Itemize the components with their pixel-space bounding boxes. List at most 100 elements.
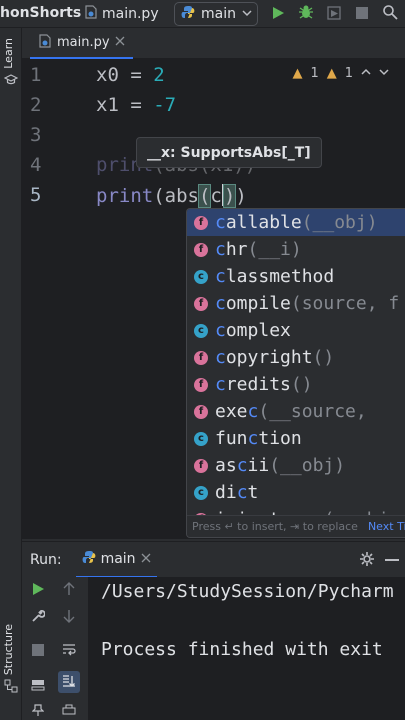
completion-item-name: exec [215, 401, 259, 422]
function-icon: f [194, 350, 208, 365]
run-tab-main[interactable]: main [75, 542, 157, 578]
completion-item[interactable]: f credits() [187, 371, 405, 398]
code-line-5: print(abs(c)) [96, 184, 247, 208]
debug-button[interactable] [296, 4, 316, 24]
class-icon: c [194, 431, 208, 446]
chevron-down-icon [242, 6, 252, 22]
completion-item-signature: (source, f [290, 293, 400, 314]
stop-button[interactable] [352, 4, 372, 24]
completion-item[interactable]: c dict [187, 479, 405, 506]
run-toolbar [22, 577, 88, 720]
line-number: 2 [30, 94, 42, 116]
function-icon: f [194, 215, 208, 230]
run-panel-label: Run: [30, 551, 62, 568]
class-icon: c [194, 485, 208, 500]
completion-footer: Press ↵ to insert, ⇥ to replace Next Ti [187, 515, 405, 537]
bug-icon [298, 4, 314, 24]
completion-item[interactable]: f compile (source, f [187, 290, 405, 317]
class-icon: c [194, 323, 208, 338]
structure-tool-label[interactable]: Structure [2, 624, 15, 675]
completion-item-signature: () [312, 347, 335, 368]
close-icon[interactable] [115, 35, 125, 50]
minimize-icon[interactable] [385, 559, 399, 561]
run-tab-label: main [100, 550, 136, 567]
python-file-icon [38, 33, 52, 52]
function-icon: f [194, 242, 208, 257]
completion-item-signature: (__obj) [301, 212, 378, 233]
python-icon [82, 550, 96, 568]
scroll-to-end-button[interactable] [58, 671, 80, 693]
scroll-down-button[interactable] [58, 606, 80, 628]
search-everywhere-button[interactable] [380, 4, 400, 24]
gear-icon[interactable] [359, 551, 375, 571]
weak-warning-count: 1 [344, 66, 353, 81]
completion-item[interactable]: f ascii (__obj) [187, 452, 405, 479]
wrap-icon [62, 641, 76, 660]
inspection-widget[interactable]: ▲ 1 ▲ 1 [292, 66, 389, 81]
function-icon: f [194, 404, 208, 419]
completion-item-signature: (__obj) [269, 455, 346, 476]
completion-item-name: compile [215, 293, 291, 314]
code-completion-popup[interactable]: f callable (__obj) f chr (__i) c classmethod f co… [186, 208, 405, 538]
console-line: /Users/StudySession/Pycharm [101, 581, 394, 602]
project-name[interactable]: honShorts [0, 5, 81, 21]
tab-main-py[interactable]: main.py [30, 28, 133, 59]
left-tool-strip: Learn Structure [0, 28, 22, 720]
arrow-up-icon [63, 581, 75, 600]
completion-item-name: complex [215, 320, 291, 341]
chevron-down-icon[interactable] [379, 66, 389, 81]
completion-item-name: classmethod [215, 266, 335, 287]
stop-icon [355, 5, 369, 24]
code-line-1: x0 = 2 [96, 64, 165, 86]
line-number: 3 [30, 124, 42, 146]
scroll-up-button[interactable] [58, 579, 80, 601]
edit-config-button[interactable] [27, 606, 49, 628]
learn-icon[interactable] [3, 72, 19, 91]
stop-button[interactable] [27, 639, 49, 661]
python-icon [181, 5, 195, 23]
structure-icon[interactable] [4, 678, 18, 697]
function-icon: f [194, 377, 208, 392]
line-number-current: 5 [30, 184, 42, 206]
code-line-2: x1 = -7 [96, 94, 177, 116]
editor-tab-bar: main.py [22, 28, 405, 59]
run-with-coverage-button[interactable] [324, 4, 344, 24]
completion-item-name: copyright [215, 347, 313, 368]
run-button[interactable] [268, 4, 288, 24]
completion-item[interactable]: c classmethod [187, 263, 405, 290]
navigation-file-name: main.py [102, 6, 159, 22]
scroll-to-end-icon [62, 673, 76, 692]
completion-item-name: ascii [215, 455, 270, 476]
layout-button[interactable] [27, 675, 49, 697]
completion-item[interactable]: c complex [187, 317, 405, 344]
completion-item-name: dict [215, 482, 259, 503]
run-console[interactable]: /Users/StudySession/Pycharm Process fini… [88, 577, 405, 720]
search-icon [382, 4, 398, 24]
completion-item[interactable]: f callable (__obj) [187, 209, 405, 236]
close-icon[interactable] [141, 551, 151, 567]
completion-item-name: credits [215, 374, 291, 395]
completion-item-signature: () [290, 374, 313, 395]
completion-item[interactable]: f chr (__i) [187, 236, 405, 263]
warning-count: 1 [310, 66, 319, 81]
learn-tool-label[interactable]: Learn [2, 38, 15, 69]
line-number-gutter: 1 2 3 4 5 [22, 59, 88, 539]
tab-label: main.py [57, 35, 110, 50]
print-button[interactable] [58, 699, 80, 720]
pin-tab-button[interactable] [27, 699, 49, 720]
coverage-icon [327, 5, 341, 24]
soft-wrap-button[interactable] [58, 639, 80, 661]
navigation-file[interactable]: main.py [84, 5, 159, 23]
completion-item-name: callable [215, 212, 302, 233]
pin-icon [31, 701, 45, 720]
chevron-up-icon[interactable] [361, 66, 371, 81]
completion-item[interactable]: f copyright() [187, 344, 405, 371]
next-tip-link[interactable]: Next Ti [368, 520, 405, 533]
rerun-button[interactable] [27, 579, 49, 601]
title-bar: honShorts main.py main [0, 0, 405, 28]
play-icon [31, 581, 45, 600]
completion-item[interactable]: f exec (__source, [187, 398, 405, 425]
run-config-selector[interactable]: main [174, 2, 258, 26]
completion-item[interactable]: c function [187, 425, 405, 452]
line-number: 1 [30, 64, 42, 86]
